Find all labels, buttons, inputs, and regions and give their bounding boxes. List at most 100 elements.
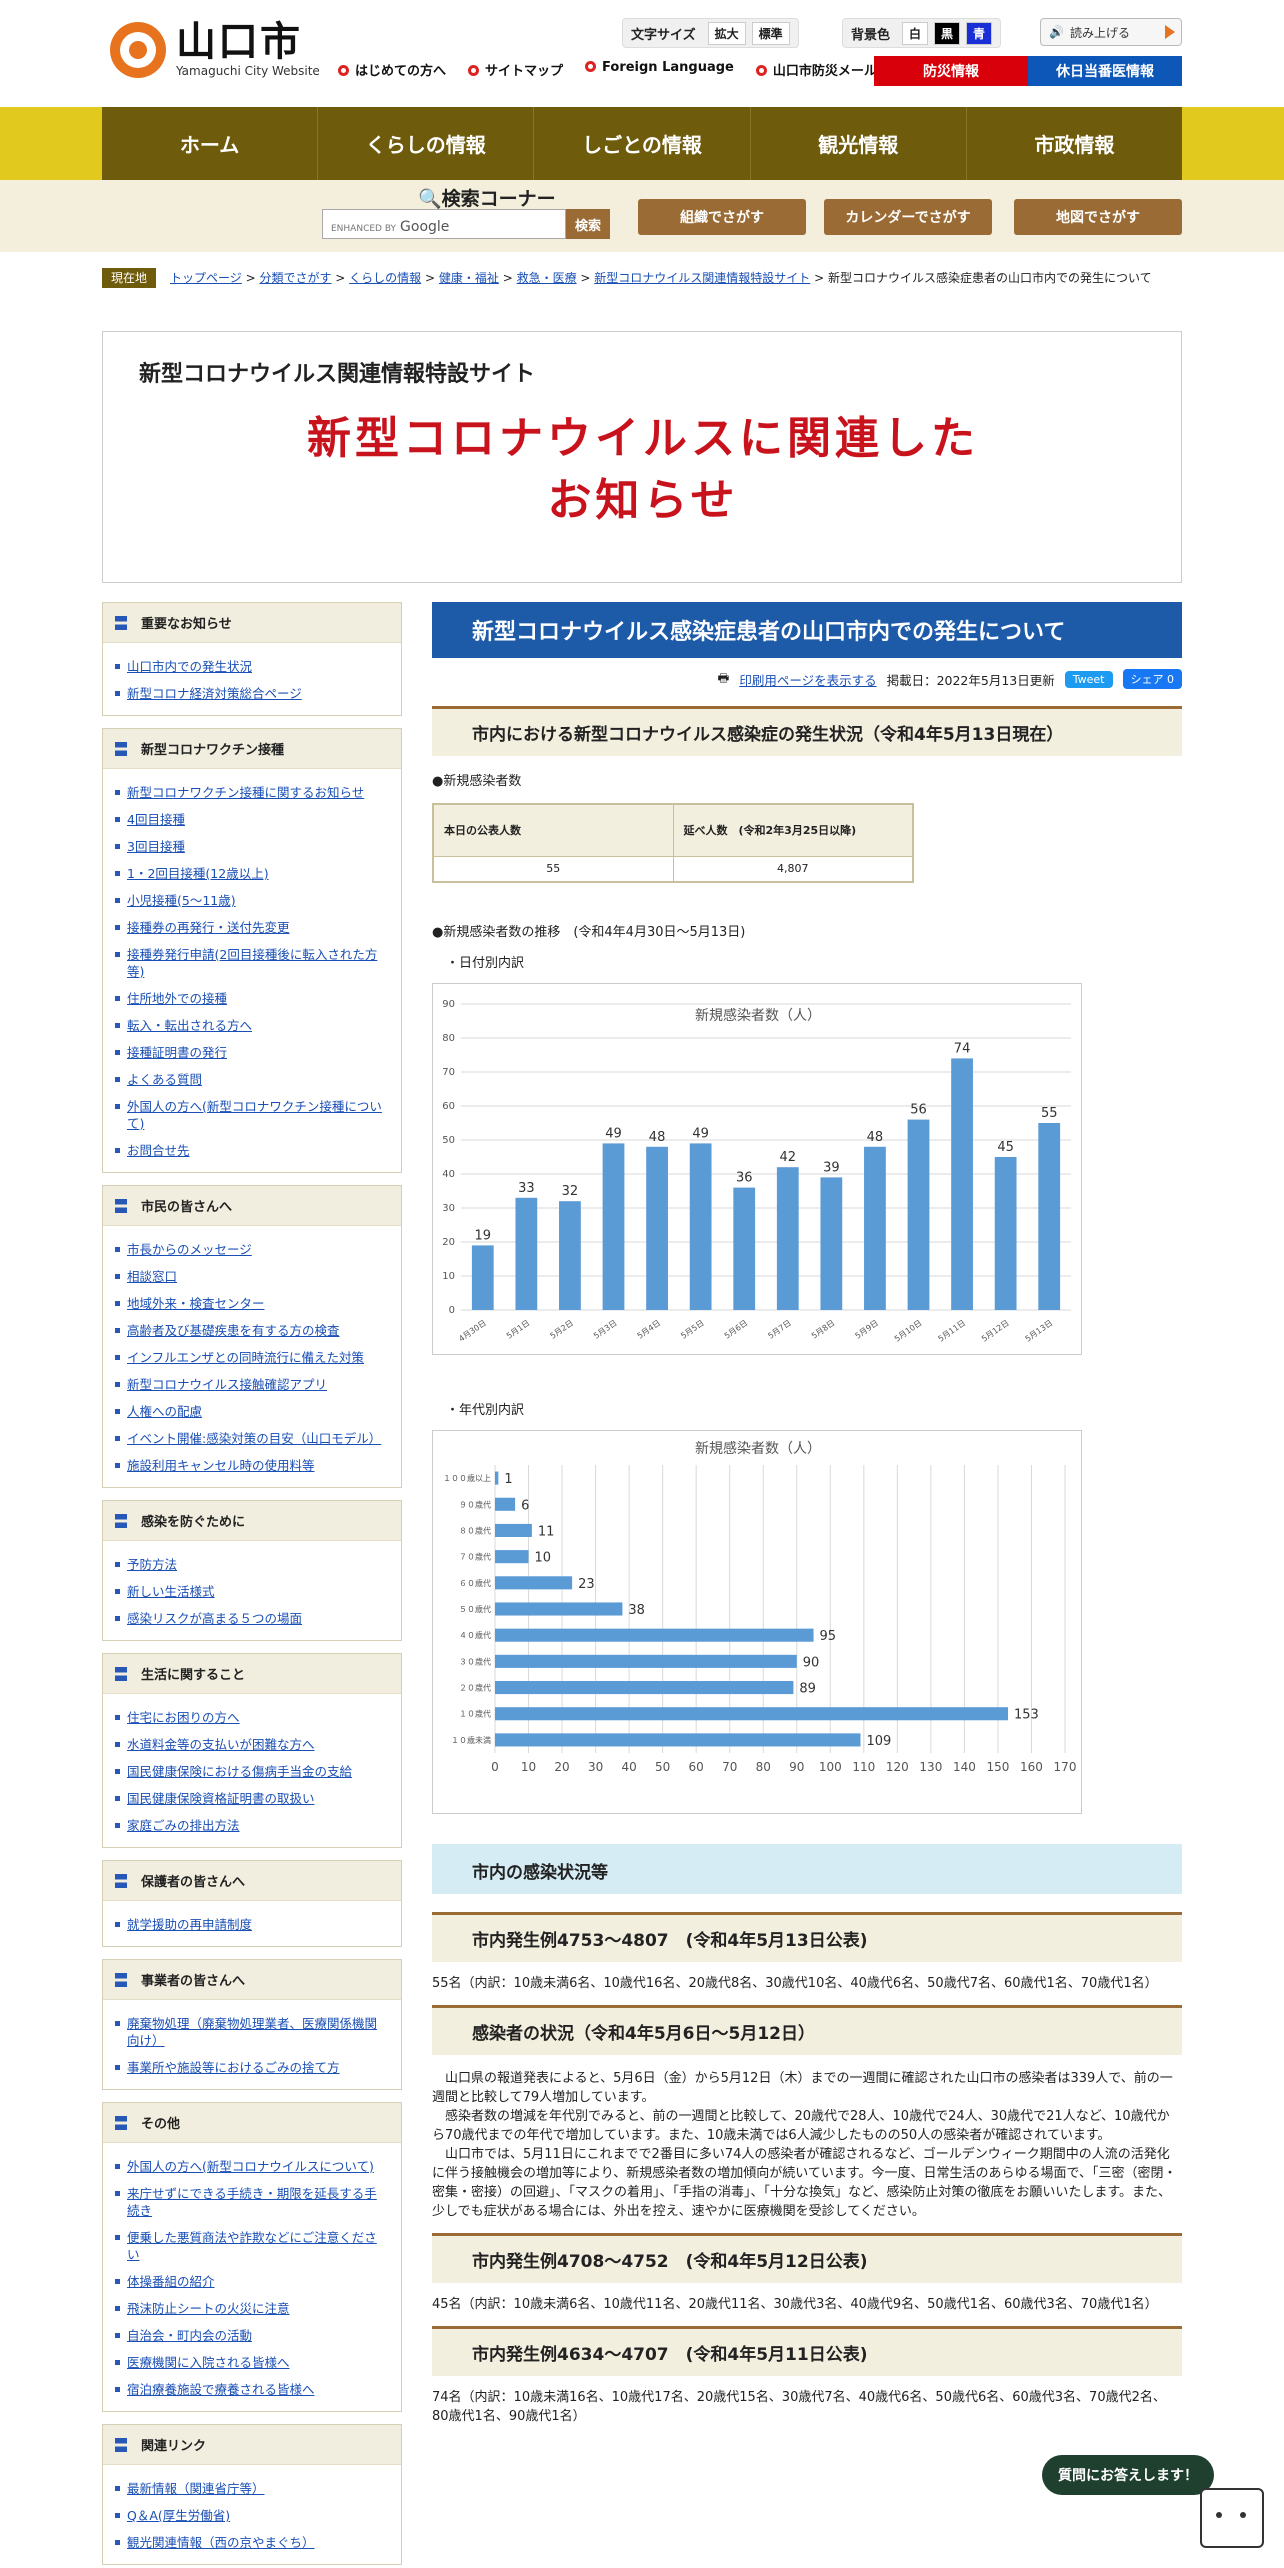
chatbot-button[interactable]: 質問にお答えします！ [1042, 2455, 1214, 2495]
sidebar-link[interactable]: インフルエンザとの同時流行に備えた対策 [127, 1350, 364, 1365]
sidebar-link[interactable]: 新型コロナウイルス接触確認アプリ [127, 1377, 327, 1392]
nav-living[interactable]: くらしの情報 [318, 107, 535, 180]
section-heading-cases-0512: 市内発生例4708～4752 (令和4年5月12日公表) [432, 2233, 1182, 2283]
list-item: Q＆A(厚生労働省) [115, 2502, 389, 2529]
sidebar-link[interactable]: 便乗した悪質商法や詐欺などにご注意ください [127, 2230, 377, 2262]
sidebar-link[interactable]: 小児接種(5～11歳) [127, 893, 236, 908]
x-tick-label: 130 [919, 1760, 942, 1774]
sidebar-link[interactable]: 飛沫防止シートの火災に注意 [127, 2301, 290, 2316]
bg-blue-button[interactable]: 青 [966, 21, 993, 45]
search-by-org-button[interactable]: 組織でさがす [638, 199, 806, 235]
link-foreign-language[interactable]: Foreign Language [585, 60, 734, 79]
data-label: 6 [521, 1498, 529, 1513]
sidebar-link[interactable]: 予防方法 [127, 1557, 177, 1572]
link-disaster-mail[interactable]: 山口市防災メール [755, 60, 877, 79]
font-standard-button[interactable]: 標準 [751, 21, 790, 45]
sidebar-link[interactable]: 感染リスクが高まる５つの場面 [127, 1611, 302, 1626]
crumb-covid-site[interactable]: 新型コロナウイルス関連情報特設サイト [594, 271, 810, 285]
sidebar-link[interactable]: 廃棄物処理（廃棄物処理業者、医療関係機関向け） [127, 2016, 377, 2048]
weekly-text-1: 山口県の報道発表によると、5月6日（金）から5月12日（木）までの一週間に確認さ… [432, 2071, 1173, 2105]
search-by-map-button[interactable]: 地図でさがす [1014, 199, 1182, 235]
sidebar-link[interactable]: 宿泊療養施設で療養される皆様へ [127, 2382, 315, 2397]
main-content: 新型コロナウイルス感染症患者の山口市内での発生について 🖶 印刷用ページを表示す… [432, 602, 1182, 2438]
x-tick-label: 150 [986, 1760, 1009, 1774]
site-logo[interactable]: 山口市 Yamaguchi City Website [110, 22, 320, 78]
sidebar-link[interactable]: 国民健康保険における傷病手当金の支給 [127, 1764, 352, 1779]
sidebar-link[interactable]: 住宅にお困りの方へ [127, 1710, 240, 1725]
sidebar-link[interactable]: 高齢者及び基礎疾患を有する方の検査 [127, 1323, 340, 1338]
y-tick-label: ５０歳代 [459, 1604, 491, 1614]
sidebar-link[interactable]: 相談窓口 [127, 1269, 177, 1284]
sidebar-link[interactable]: 接種証明書の発行 [127, 1045, 227, 1060]
facebook-share-button[interactable]: シェア 0 [1122, 669, 1182, 689]
daily-cases-chart: 新規感染者数（人） 0 10 20 30 40 50 60 70 80 90 19 4月30日 33 5月1… [432, 983, 1082, 1355]
sidebar-block-title: 重要なお知らせ [103, 603, 401, 643]
sidebar-link[interactable]: 新しい生活様式 [127, 1584, 215, 1599]
sidebar-link[interactable]: 最新情報（関連省庁等） [127, 2481, 265, 2496]
search-button[interactable]: 検索 [566, 209, 610, 239]
search-input[interactable]: ENHANCED BY Google [322, 209, 566, 239]
sidebar-link[interactable]: 1・2回目接種(12歳以上) [127, 866, 269, 881]
crumb-emergency[interactable]: 救急・医療 [517, 271, 577, 285]
sidebar-link[interactable]: 転入・転出される方へ [127, 1018, 252, 1033]
tweet-button[interactable]: Tweet [1064, 670, 1113, 688]
sidebar-link[interactable]: お問合せ先 [127, 1143, 190, 1158]
read-aloud-button[interactable]: 🔊 読み上げる [1040, 18, 1182, 46]
link-sitemap[interactable]: サイトマップ [468, 60, 563, 79]
disaster-info-button[interactable]: 防災情報 [874, 56, 1028, 86]
crumb-top[interactable]: トップページ [170, 271, 242, 285]
sidebar-link[interactable]: 4回目接種 [127, 812, 185, 827]
crumb-living[interactable]: くらしの情報 [349, 271, 421, 285]
sidebar-link[interactable]: 家庭ごみの排出方法 [127, 1818, 240, 1833]
sidebar-link[interactable]: 外国人の方へ(新型コロナワクチン接種について) [127, 1099, 382, 1131]
y-tick-label: ６０歳代 [459, 1578, 491, 1588]
sidebar-link[interactable]: 人権への配慮 [127, 1404, 202, 1419]
bg-black-button[interactable]: 黒 [934, 21, 961, 45]
sidebar-link[interactable]: 山口市内での発生状況 [127, 659, 252, 674]
font-size-label: 文字サイズ [631, 27, 696, 43]
sidebar-link[interactable]: 就学援助の再申請制度 [127, 1917, 252, 1932]
sidebar-link[interactable]: 新型コロナ経済対策総合ページ [127, 686, 302, 701]
crumb-category[interactable]: 分類でさがす [259, 271, 331, 285]
print-page-link[interactable]: 印刷用ページを表示する [739, 670, 876, 689]
sidebar-link[interactable]: 接種券発行申請(2回目接種後に転入された方等) [127, 947, 377, 979]
sidebar-link[interactable]: 市長からのメッセージ [127, 1242, 252, 1257]
sidebar-link[interactable]: 住所地外での接種 [127, 991, 227, 1006]
header-links: はじめての方へ サイトマップ Foreign Language 山口市防災メール [338, 60, 877, 79]
font-large-button[interactable]: 拡大 [707, 21, 746, 45]
link-first-time[interactable]: はじめての方へ [338, 60, 446, 79]
sidebar-link[interactable]: 医療機関に入院される皆様へ [127, 2355, 290, 2370]
holiday-doctor-button[interactable]: 休日当番医情報 [1028, 56, 1182, 86]
crumb-health[interactable]: 健康・福祉 [439, 271, 499, 285]
nav-work[interactable]: しごとの情報 [534, 107, 751, 180]
sidebar-link[interactable]: 水道料金等の支払いが困難な方へ [127, 1737, 315, 1752]
sidebar-link[interactable]: イベント開催:感染対策の目安（山口モデル） [127, 1431, 381, 1446]
sidebar-link[interactable]: 地域外来・検査センター [127, 1296, 265, 1311]
sidebar-link[interactable]: 接種券の再発行・送付先変更 [127, 920, 290, 935]
sidebar-link[interactable]: 3回目接種 [127, 839, 185, 854]
y-tick-label: １００歳以上 [443, 1473, 491, 1483]
sidebar-link[interactable]: 国民健康保険資格証明書の取扱い [127, 1791, 315, 1806]
sidebar-link[interactable]: 外国人の方へ(新型コロナウイルスについて) [127, 2159, 374, 2174]
nav-city-admin[interactable]: 市政情報 [967, 107, 1182, 180]
chatbot-character-icon[interactable] [1200, 2488, 1264, 2548]
sidebar-link[interactable]: よくある質問 [127, 1072, 202, 1087]
sidebar-link[interactable]: 新型コロナワクチン接種に関するお知らせ [127, 785, 364, 800]
sidebar-link[interactable]: Q＆A(厚生労働省) [127, 2508, 230, 2523]
sidebar-link[interactable]: 事業所や施設等におけるごみの捨て方 [127, 2060, 340, 2075]
nav-home[interactable]: ホーム [102, 107, 319, 180]
bg-white-button[interactable]: 白 [902, 21, 929, 45]
sidebar-link[interactable]: 自治会・町内会の活動 [127, 2328, 252, 2343]
nav-tourism[interactable]: 観光情報 [751, 107, 967, 180]
sidebar-link[interactable]: 体操番組の紹介 [127, 2274, 215, 2289]
sidebar-link[interactable]: 施設利用キャンセル時の使用料等 [127, 1458, 315, 1473]
sidebar-link[interactable]: 観光関連情報（西の京やまぐち） [127, 2535, 315, 2550]
list-item: 国民健康保険における傷病手当金の支給 [115, 1758, 389, 1785]
search-by-calendar-button[interactable]: カレンダーでさがす [824, 199, 992, 235]
x-tick-label: 60 [689, 1760, 704, 1774]
list-item: 住所地外での接種 [115, 985, 389, 1012]
list-item: 相談窓口 [115, 1263, 389, 1290]
list-item: 小児接種(5～11歳) [115, 887, 389, 914]
sidebar-link[interactable]: 来庁せずにできる手続き・期限を延長する手続き [127, 2186, 377, 2218]
list-item: 事業所や施設等におけるごみの捨て方 [115, 2054, 389, 2081]
